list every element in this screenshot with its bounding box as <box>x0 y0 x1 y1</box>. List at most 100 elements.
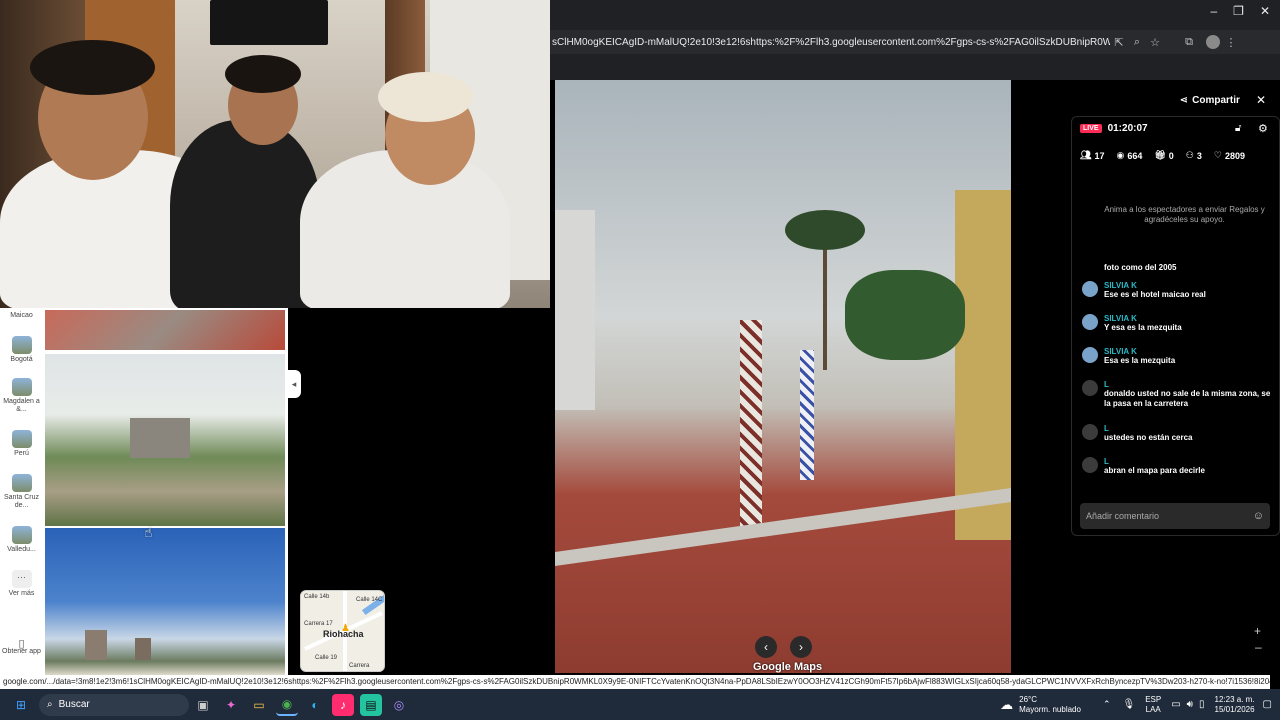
volume-icon[interactable]: 🔊︎ <box>1187 699 1193 710</box>
microphone-icon[interactable]: 🎙︎ <box>1123 699 1136 710</box>
close-icon[interactable]: ✕ <box>1256 93 1266 107</box>
taskbar-search[interactable]: ⌕ Buscar <box>39 693 189 716</box>
assistant-icon[interactable]: ◎ <box>388 694 410 716</box>
link-status-bar: google.com/.../data=!3m8!1e2!3m6!1sClHM0… <box>0 675 1270 689</box>
weather-widget[interactable]: ☁ 26°C Mayorm. nublado <box>1000 695 1081 715</box>
minimize-button[interactable]: – <box>1210 4 1217 18</box>
notifications-icon[interactable]: ▢ <box>1263 699 1272 710</box>
gear-icon[interactable]: ⚙ <box>1258 122 1268 135</box>
chat-message: Lustedes no están cerca <box>1082 424 1277 443</box>
chat-message: foto como del 2005 <box>1082 263 1277 273</box>
pegman-icon[interactable]: ♟ <box>341 623 350 634</box>
avatar[interactable] <box>1082 281 1098 297</box>
clock[interactable]: 12:23 a. m. 15/01/2026 <box>1215 695 1255 715</box>
install-icon[interactable]: ⇱ <box>1110 33 1128 51</box>
avatar[interactable] <box>1082 424 1098 440</box>
minimap[interactable]: Calle 14b Calle 14C Carrera 17 Riohacha … <box>300 590 385 672</box>
live-header: LIVE 01:20:07 <box>1080 123 1148 134</box>
mosaic-column <box>740 320 762 530</box>
sidebar-item-bogota[interactable]: Bogotá <box>0 336 43 364</box>
lock-icon[interactable]: 🔓︎ <box>1235 123 1241 134</box>
photo-thumbnail[interactable] <box>45 354 285 526</box>
share-button[interactable]: ⋖ Compartir <box>1180 95 1240 106</box>
next-arrow-button[interactable]: › <box>790 636 812 658</box>
sidebar-item-magdalena[interactable]: Magdalen a &... <box>0 378 43 414</box>
avatar[interactable] <box>1082 314 1098 330</box>
emoji-icon[interactable]: ☺ <box>1253 510 1264 522</box>
maximize-button[interactable]: ❐ <box>1233 4 1244 18</box>
close-window-button[interactable]: ✕ <box>1260 4 1270 18</box>
window-controls: – ❐ ✕ <box>1210 4 1270 18</box>
avatar[interactable] <box>1082 457 1098 473</box>
sidebar-item-valledupar[interactable]: Valledu... <box>0 526 43 554</box>
viewers-stat: ◉ 664 <box>1116 150 1142 161</box>
sidebar-item-label: Maicao <box>10 312 33 319</box>
battery-icon[interactable]: ▯ <box>1199 699 1205 710</box>
chevron-up-icon[interactable]: ⌃ <box>1103 699 1111 710</box>
place-thumbnail <box>11 474 32 492</box>
sidebar-item-santa-cruz[interactable]: Santa Cruz de... <box>0 474 43 510</box>
sidebar-item-get-app[interactable]: ▯ Obtener app <box>0 639 43 656</box>
chat-username[interactable]: SILVIA K <box>1104 281 1206 290</box>
copilot-icon[interactable]: ✦ <box>220 694 242 716</box>
extensions-icon[interactable]: ⧉ <box>1180 33 1198 51</box>
avatar[interactable] <box>1082 347 1098 363</box>
tiktok-icon[interactable]: ♪ <box>332 693 354 716</box>
chat-text: ustedes no están cerca <box>1104 433 1193 442</box>
clock-time: 12:23 a. m. <box>1214 694 1255 704</box>
network-icon[interactable]: ▭ <box>1171 699 1180 710</box>
chat-text: Y esa es la mezquita <box>1104 323 1182 332</box>
streetview-panorama[interactable]: ‹ › Google Maps <box>555 80 1011 673</box>
more-dots-icon: ··· <box>11 570 32 588</box>
shares-stat: ⚇ 3 <box>1186 150 1202 161</box>
url-text[interactable]: sClHM0ogKEICAgID-mMalUQ!2e10!3e12!6shttp… <box>550 37 1110 48</box>
prev-arrow-button[interactable]: ‹ <box>755 636 777 658</box>
sidebar-item-more[interactable]: ··· Ver más <box>0 570 43 598</box>
collapse-panel-button[interactable]: ◂ <box>287 370 301 398</box>
chat-username[interactable]: SILVIA K <box>1104 314 1182 323</box>
chrome-icon[interactable]: ◉ <box>276 694 298 716</box>
chat-username[interactable]: SILVIA K <box>1104 347 1175 356</box>
chat-text: abran el mapa para decirle <box>1104 466 1205 475</box>
chat-message: SILVIA K Esa es la mezquita <box>1082 347 1277 366</box>
zoom-in-icon[interactable]: + <box>1254 624 1261 638</box>
weather-desc: Mayorm. nublado <box>1019 704 1081 714</box>
edge-icon[interactable]: ◐ <box>304 694 326 716</box>
zoom-out-icon[interactable]: – <box>1255 640 1262 654</box>
live-stats: 👥︎ 17 ◉ 664 🎁︎ 0 ⚇ 3 ♡ 2809 <box>1080 150 1245 161</box>
task-view-icon[interactable]: ▣ <box>192 694 214 716</box>
chat-message: SILVIA K Ese es el hotel maicao real <box>1082 281 1277 300</box>
sidebar-item-peru[interactable]: Perú <box>0 430 43 458</box>
webcam-overlay <box>0 0 550 308</box>
search-icon: ⌕ <box>47 699 53 710</box>
comment-input[interactable]: Añadir comentario ☺ <box>1080 503 1270 529</box>
photo-thumbnail[interactable] <box>45 310 285 350</box>
chat-message: Labran el mapa para decirle <box>1082 457 1277 476</box>
chat-username[interactable]: L <box>1104 424 1192 433</box>
members-icon: 👥︎ <box>1080 150 1092 160</box>
mouse-cursor-icon: ☝ <box>144 524 153 540</box>
chat-username[interactable]: L <box>1104 457 1205 466</box>
sidebar-item-label: Magdalen a &... <box>3 398 40 413</box>
members-stat: 👥︎ 17 <box>1080 150 1104 161</box>
avatar[interactable] <box>1082 380 1098 396</box>
app-icon[interactable]: ▤ <box>360 693 382 716</box>
chat-username[interactable]: L <box>1104 380 1277 389</box>
language-indicator[interactable]: ESP LAA <box>1145 695 1161 715</box>
file-explorer-icon[interactable]: ▭ <box>248 694 270 716</box>
comment-placeholder: Añadir comentario <box>1086 511 1160 521</box>
live-panel: LIVE 01:20:07 🔓︎ ⚙ 👥︎ 17 ◉ 664 🎁︎ 0 ⚇ 3 ♡ 280… <box>1071 116 1280 536</box>
bookmark-star-icon[interactable]: ☆ <box>1146 33 1164 51</box>
eye-icon: ◉ <box>1116 150 1125 160</box>
person-left-hair <box>30 40 155 95</box>
castle-shape <box>130 418 190 458</box>
zoom-icon[interactable]: ⌕ <box>1128 33 1146 51</box>
menu-dots-icon[interactable]: ⋮ <box>1222 33 1240 51</box>
chat-text: donaldo usted no sale de la misma zona, … <box>1104 389 1271 408</box>
chevron-right-icon: › <box>799 640 803 654</box>
photo-thumbnail[interactable] <box>45 528 285 676</box>
profile-avatar[interactable] <box>1204 33 1222 51</box>
address-bar[interactable]: sClHM0ogKEICAgID-mMalUQ!2e10!3e12!6shttp… <box>550 30 1280 54</box>
sidebar-item-maicao[interactable]: Maicao <box>0 312 43 320</box>
windows-start-icon[interactable]: ⊞ <box>10 694 32 716</box>
